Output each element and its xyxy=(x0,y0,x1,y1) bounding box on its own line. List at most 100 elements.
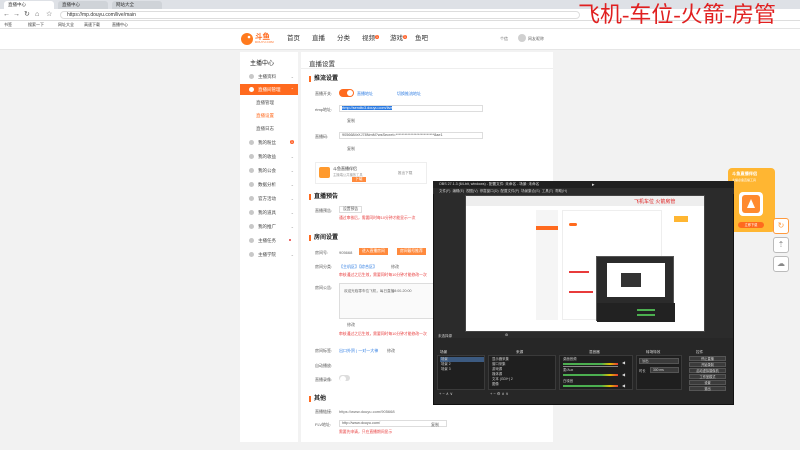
back-to-top-icon[interactable]: ⇡ xyxy=(773,237,789,253)
edit-category-button[interactable]: 修改 xyxy=(391,264,399,270)
obs-menu-item[interactable]: 视图(V) xyxy=(466,189,478,193)
helper-exit-download[interactable]: 推出下载 xyxy=(398,171,412,176)
room-number-button[interactable]: 房间靓号推荐 xyxy=(397,248,426,255)
set-notice-button[interactable]: 设置预告 xyxy=(339,206,363,213)
sidebar-item-income[interactable]: 我的收益 ⌄ xyxy=(240,151,298,162)
source-item[interactable]: 图像 xyxy=(492,382,499,387)
douyu-logo[interactable]: 斗鱼 DOUYU.COM xyxy=(240,31,276,47)
nav-games[interactable]: 游戏1 xyxy=(390,35,407,43)
announcement-textarea[interactable]: 欢迎光临零车位飞机，每日直播8:00-20:00 xyxy=(339,283,435,319)
nav-category[interactable]: 分类 xyxy=(337,35,350,43)
new-badge: 1 xyxy=(290,140,294,144)
scene-item[interactable]: 场景 3 xyxy=(441,367,451,372)
studio-mode-button[interactable]: 工作室模式 xyxy=(689,374,726,379)
enter-room-button[interactable]: 进入直播房间 xyxy=(359,248,388,255)
bookmark-item[interactable]: 高速下载 xyxy=(84,21,100,29)
room-heading: 房间设置 xyxy=(309,235,338,241)
live-address-link[interactable]: 直播地址 xyxy=(357,91,373,97)
reload-icon[interactable]: ↻ xyxy=(24,10,30,20)
sidebar-item-room-manage[interactable]: 直播间管理 ⌃ xyxy=(240,84,298,95)
start-recording-button[interactable]: 开始录制 xyxy=(689,362,726,367)
rtmp-field[interactable]: rtmp://sendtc3.douyu.com/live xyxy=(339,105,483,112)
speaker-icon[interactable]: ◀ xyxy=(622,360,625,365)
virtual-camera-button[interactable]: 启动虚拟摄像机 xyxy=(689,368,726,373)
live-switch[interactable] xyxy=(339,89,354,97)
promo-download-button[interactable]: 立即下载 xyxy=(738,222,764,228)
browser-tab[interactable]: 直播中心 xyxy=(58,1,108,9)
task-icon xyxy=(249,238,254,243)
star-icon[interactable]: ☆ xyxy=(46,10,52,20)
duration-input[interactable]: 300 ms xyxy=(650,367,679,373)
notice-heading: 直播预告 xyxy=(309,194,338,200)
flv-label: FLV地址: xyxy=(315,422,332,427)
sidebar-item-profile[interactable]: 主播资料 ⌄ xyxy=(240,71,298,82)
sidebar-sub-live-settings[interactable]: 直播设置 xyxy=(240,110,298,121)
bookmark-item[interactable]: 书签 xyxy=(4,21,12,29)
obs-menu-item[interactable]: 工具(T) xyxy=(542,189,553,193)
back-icon[interactable]: ← xyxy=(3,10,10,20)
obs-properties-button[interactable]: ⚙ xyxy=(505,333,508,337)
sidebar-item-promote[interactable]: 我的推广 ⌄ xyxy=(240,221,298,232)
bookmark-item[interactable]: 网址大全 xyxy=(58,21,74,29)
copy-flv-button[interactable]: 复制 xyxy=(431,422,439,428)
nav-video[interactable]: 视频1 xyxy=(362,35,379,43)
sidebar-item-tasks[interactable]: 主播任务 xyxy=(240,235,298,246)
obs-preview[interactable]: 飞机车位 火箭房管 xyxy=(465,195,705,332)
obs-menu-item[interactable]: 编辑(E) xyxy=(452,189,464,193)
feedback-icon[interactable]: ☁ xyxy=(773,256,789,272)
transition-select[interactable]: 淡出 xyxy=(639,358,679,364)
exit-button[interactable]: 退出 xyxy=(689,386,726,391)
volume-slider[interactable] xyxy=(563,366,618,367)
sidebar-sub-live-log[interactable]: 直播日志 xyxy=(240,123,298,134)
copy-rtmp-button[interactable]: 复制 xyxy=(347,118,355,124)
nav-live[interactable]: 直播 xyxy=(312,35,325,43)
source-add-remove-icons[interactable]: + − ⚙ ∧ ∨ xyxy=(490,391,509,396)
sources-list[interactable]: 显示器采集 窗口采集 游戏源 媒体源 文本 (GDI+) 2 图像 xyxy=(488,355,556,390)
record-toggle[interactable] xyxy=(339,375,350,382)
helper-download-button[interactable]: 下载 xyxy=(352,177,366,182)
event-icon xyxy=(249,196,254,201)
username[interactable]: 网友昵称 xyxy=(528,36,544,42)
scene-add-remove-icons[interactable]: + − ∧ ∨ xyxy=(439,391,453,396)
edit-announcement-button[interactable]: 修改 xyxy=(347,322,355,328)
sidebar-item-fans[interactable]: 我的粉丝 1 xyxy=(240,137,298,148)
sidebar-item-data[interactable]: 数据分析 ⌄ xyxy=(240,179,298,190)
profile-icon xyxy=(249,74,254,79)
obs-menu-item[interactable]: 场景集合(S) xyxy=(521,189,540,193)
bookmark-item[interactable]: 搜索一下 xyxy=(28,21,44,29)
sidebar-item-guild[interactable]: 我的公会 ⌄ xyxy=(240,165,298,176)
avatar[interactable] xyxy=(518,34,526,42)
home-icon[interactable]: ⌂ xyxy=(35,10,39,20)
stream-code-field[interactable]: 9056684rXJ78NmM?wsSecret=***************… xyxy=(339,132,483,139)
audio-mixer[interactable]: 桌面音频 麦/Aux 白噪音 ◀ ◀ ◀ xyxy=(559,355,633,390)
helper-promo-card[interactable]: 斗鱼直播伴侣 主播必备直播工具 立即下载 xyxy=(728,168,775,232)
nav-fishbar[interactable]: 鱼吧 xyxy=(415,35,428,43)
category-warning: 审核通过之后生效，需要同时每10分钟才能修改一次 xyxy=(339,273,427,277)
speaker-icon[interactable]: ◀ xyxy=(622,372,625,377)
forward-icon[interactable]: → xyxy=(13,10,20,20)
message-link[interactable]: 个信 xyxy=(500,36,508,42)
chart-icon xyxy=(249,182,254,187)
url-input[interactable]: https://mp.douyu.com/live/main xyxy=(60,11,580,19)
sidebar-sub-live-manage[interactable]: 直播管理 xyxy=(240,97,298,108)
obs-menu-item[interactable]: 帮助(H) xyxy=(555,189,567,193)
refresh-float-icon[interactable]: ↻ xyxy=(773,218,789,234)
volume-meter xyxy=(563,385,618,387)
browser-tab[interactable]: 网站大全 xyxy=(112,1,162,9)
scenes-list[interactable]: 场景 场景 2 场景 3 xyxy=(437,355,485,390)
obs-menu-item[interactable]: 停靠窗口(D) xyxy=(480,189,499,193)
settings-button[interactable]: 设置 xyxy=(689,380,726,385)
obs-menu-item[interactable]: 配置文件(P) xyxy=(501,189,520,193)
nav-home[interactable]: 首页 xyxy=(287,35,300,43)
switch-push-link[interactable]: 切换推流地址 xyxy=(397,91,421,97)
edit-tag-button[interactable]: 修改 xyxy=(387,348,395,354)
obs-menu-item[interactable]: 文件(F) xyxy=(439,189,450,193)
bookmark-item[interactable]: 直播中心 xyxy=(112,21,128,29)
stop-streaming-button[interactable]: 停止直播 xyxy=(689,356,726,361)
sidebar-item-props[interactable]: 我的道具 ⌄ xyxy=(240,207,298,218)
sidebar-item-academy[interactable]: 主播学院 ⌄ xyxy=(240,249,298,260)
copy-code-button[interactable]: 复制 xyxy=(347,146,355,152)
speaker-icon[interactable]: ◀ xyxy=(622,383,625,388)
sidebar-item-events[interactable]: 官方活动 ⌄ xyxy=(240,193,298,204)
browser-tab[interactable]: 直播中心 xyxy=(4,1,54,9)
